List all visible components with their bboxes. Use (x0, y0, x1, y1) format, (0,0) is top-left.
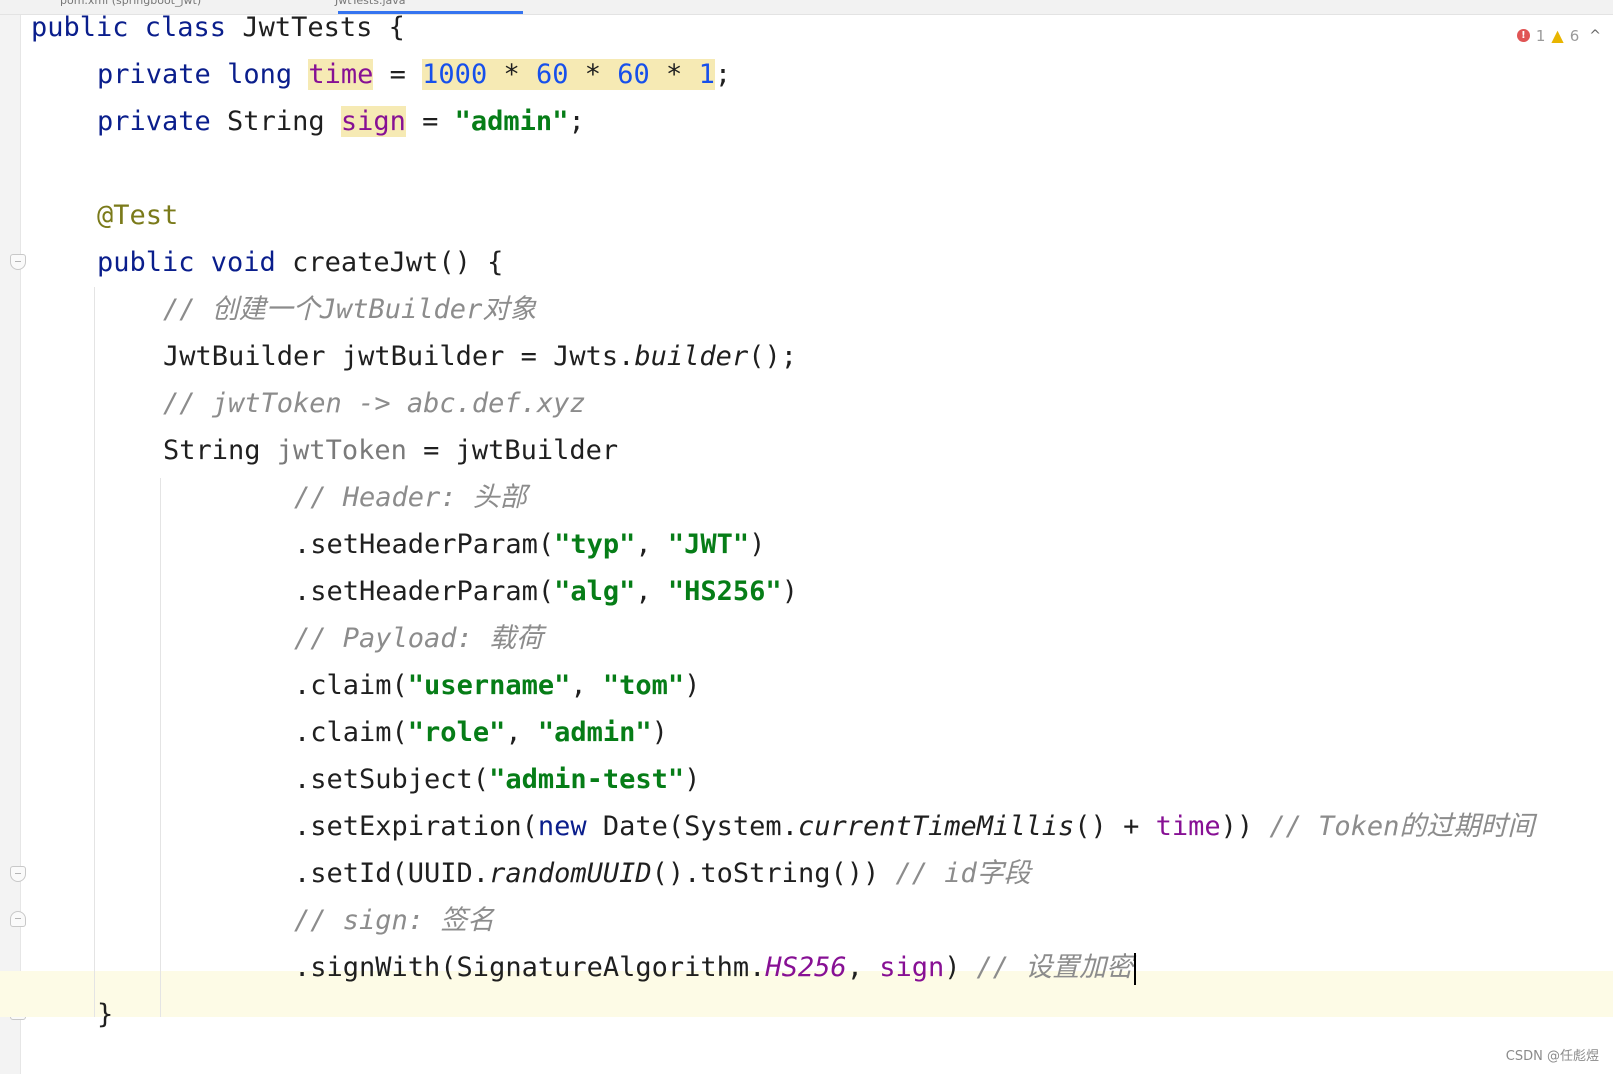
code-line-5[interactable]: @Test (97, 196, 178, 236)
chevron-up-icon[interactable]: ^ (1589, 28, 1601, 44)
code-line-21[interactable]: .signWith(SignatureAlgorithm.HS256, sign… (294, 948, 1137, 988)
code-line-2[interactable]: private long time = 1000 * 60 * 60 * 1; (97, 55, 731, 95)
fold-marker-method[interactable] (10, 254, 26, 270)
code-line-16[interactable]: .claim("role", "admin") (294, 713, 668, 753)
code-line-17[interactable]: .setSubject("admin-test") (294, 760, 700, 800)
code-line-11[interactable]: // Header: 头部 (294, 478, 527, 518)
indent-guide (94, 287, 95, 1017)
error-squiggle (961, 970, 977, 980)
code-line-22[interactable]: } (97, 995, 113, 1035)
code-line-9[interactable]: // jwtToken -> abc.def.xyz (163, 384, 586, 424)
warning-count: 6 (1569, 26, 1580, 45)
code-line-8[interactable]: JwtBuilder jwtBuilder = Jwts.builder(); (163, 337, 797, 377)
fold-marker-chain[interactable] (10, 911, 26, 927)
code-line-15[interactable]: .claim("username", "tom") (294, 666, 700, 706)
code-line-6[interactable]: public void createJwt() { (97, 243, 503, 283)
warning-icon: ▲ (1551, 26, 1564, 45)
fold-marker-chain-end[interactable] (10, 866, 26, 882)
code-line-10[interactable]: String jwtToken = jwtBuilder (163, 431, 618, 471)
error-icon: ! (1516, 29, 1530, 42)
code-line-12[interactable]: .setHeaderParam("typ", "JWT") (294, 525, 765, 565)
code-line-14[interactable]: // Payload: 载荷 (294, 619, 543, 659)
code-line-19[interactable]: .setId(UUID.randomUUID().toString()) // … (294, 854, 1031, 894)
watermark: CSDN @任彪煜 (1505, 1049, 1599, 1064)
indent-guide (160, 478, 161, 1017)
code-line-7[interactable]: // 创建一个JwtBuilder对象 (163, 290, 536, 330)
code-line-18[interactable]: .setExpiration(new Date(System.currentTi… (294, 807, 1534, 847)
code-line-3[interactable]: private String sign = "admin"; (97, 102, 585, 142)
text-caret (1134, 952, 1137, 985)
error-count: 1 (1535, 26, 1546, 45)
code-line-20[interactable]: // sign: 签名 (294, 901, 494, 941)
code-line-13[interactable]: .setHeaderParam("alg", "HS256") (294, 572, 798, 612)
inspections-widget[interactable]: ! 1 ▲ 6 ^ (1516, 26, 1601, 45)
code-line-1[interactable]: public class JwtTests { (31, 8, 405, 48)
